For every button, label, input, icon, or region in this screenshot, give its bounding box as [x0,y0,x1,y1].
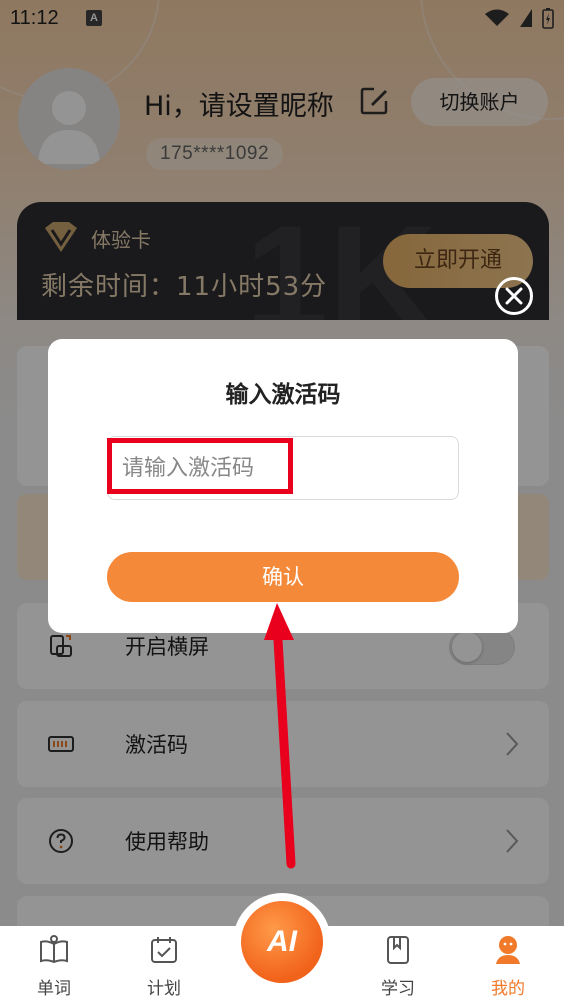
calendar-icon [151,937,177,963]
tab-label: 单词 [37,979,71,999]
activation-code-input[interactable] [107,436,459,500]
tab-mine[interactable]: 我的 [468,926,548,1004]
book-icon [40,935,68,964]
tab-study[interactable]: 学习 [358,926,438,1004]
activation-code-dialog: 输入激活码 确认 [48,339,518,633]
tab-plan[interactable]: 计划 [124,926,204,1004]
close-dialog-button[interactable] [495,277,533,315]
tab-label: 学习 [381,979,415,999]
dialog-title: 输入激活码 [225,382,341,408]
confirm-button[interactable]: 确认 [107,552,459,602]
ai-assistant-button[interactable]: AI [233,893,331,991]
profile-icon [496,936,520,964]
tab-words[interactable]: 单词 [14,926,94,1004]
app-screen: 11:12 A Hi，请设置昵称 切换账户 175****1092 1K 体验卡… [0,0,564,1004]
bookmark-icon [387,936,409,964]
tab-label: 计划 [147,979,181,999]
tab-label: 我的 [491,979,525,999]
close-icon [505,287,523,305]
ai-button-label: AI [241,901,323,983]
